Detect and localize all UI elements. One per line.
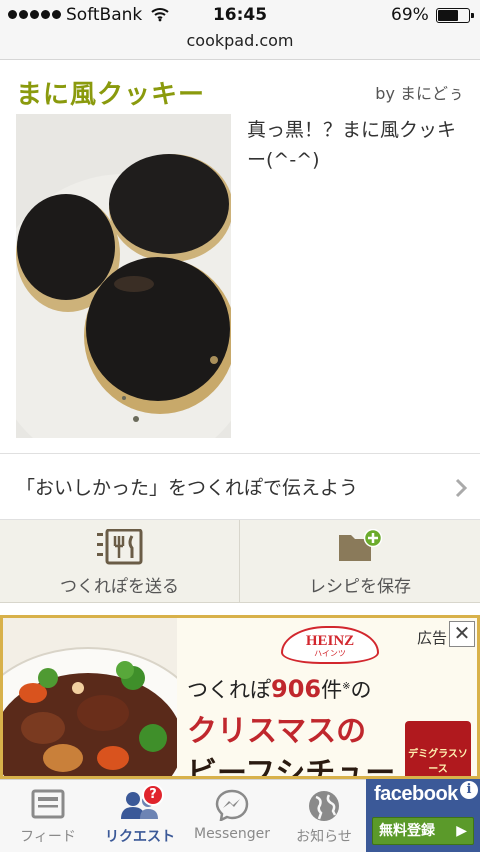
recipe-photo[interactable]: [16, 114, 231, 438]
signup-label: 無料登録: [379, 823, 435, 839]
tab-requests-label: リクエスト: [105, 829, 175, 845]
tab-requests[interactable]: ? リクエスト: [92, 780, 188, 852]
ad-banner[interactable]: HEINZ ハインツ 広告 ✕ つくれぽ906件※の クリスマスの ビーフシチュ…: [0, 615, 480, 779]
recipe-description: 真っ黒！？まに風クッキー(^-^): [247, 119, 457, 171]
brand-name: HEINZ: [305, 633, 355, 649]
heinz-logo: HEINZ ハインツ: [281, 626, 379, 664]
ad-headline-2: クリスマスの: [187, 714, 367, 749]
beef-stew-image: [3, 618, 177, 776]
save-recipe-label: レシピを保存: [309, 577, 411, 597]
recipe-author[interactable]: by まにどぅ: [375, 80, 464, 104]
tab-notifications[interactable]: お知らせ: [276, 780, 372, 852]
recipe-title: まに風クッキー: [16, 80, 206, 110]
ad-headline-3: ビーフシチュー: [187, 756, 396, 779]
ad-line1-tail: の: [350, 678, 372, 702]
ad-copy: HEINZ ハインツ 広告 ✕ つくれぽ906件※の クリスマスの ビーフシチュ…: [177, 618, 477, 776]
facebook-signup-button[interactable]: 無料登録 ▶: [372, 817, 474, 845]
tab-messenger[interactable]: Messenger: [184, 780, 280, 852]
chevron-right-icon: [455, 478, 468, 498]
status-bar: SoftBank 16:45 69%: [0, 0, 480, 30]
messenger-icon: [215, 789, 249, 821]
send-tsukurepo-label: つくれぽを送る: [60, 577, 179, 597]
battery-percentage: 69%: [391, 5, 429, 25]
url-text: cookpad.com: [186, 31, 294, 50]
ad-line1-suffix: 件: [321, 678, 343, 702]
tsukurepo-prompt-row[interactable]: 「おいしかった」をつくれぽで伝えよう: [0, 453, 480, 520]
ad-label: 広告: [416, 629, 447, 647]
save-recipe-button[interactable]: レシピを保存: [240, 520, 480, 603]
ad-info-icon[interactable]: i: [460, 781, 478, 799]
tab-notifications-label: お知らせ: [296, 829, 352, 845]
cookies-image: [16, 114, 231, 438]
tab-feed[interactable]: フィード: [0, 780, 96, 852]
ad-tsukurepo-count: 906: [271, 675, 322, 703]
ad-line1-prefix: つくれぽ: [187, 678, 271, 702]
battery-level: [438, 10, 458, 21]
fork-knife-icon: [96, 529, 142, 565]
battery-icon: [436, 8, 474, 23]
brand-subtitle: ハインツ: [314, 649, 346, 658]
facebook-ad[interactable]: facebook i 無料登録 ▶: [366, 779, 480, 852]
recipe-actions: つくれぽを送る レシピを保存: [0, 520, 480, 603]
tab-feed-label: フィード: [20, 829, 76, 845]
ad-note-mark: ※: [342, 681, 351, 692]
folder-add-icon: [339, 529, 383, 561]
close-ad-button[interactable]: ✕: [449, 621, 475, 647]
address-bar[interactable]: cookpad.com: [0, 30, 480, 60]
ad-headline-1: つくれぽ906件※の: [187, 674, 372, 704]
facebook-logo: facebook: [374, 783, 458, 805]
requests-badge: ?: [142, 784, 164, 806]
feed-icon: [31, 789, 65, 819]
sauce-can-image: デミグラスソース: [405, 721, 471, 776]
tab-messenger-label: Messenger: [193, 826, 271, 842]
send-tsukurepo-button[interactable]: つくれぽを送る: [0, 520, 240, 603]
tsukurepo-prompt-text: 「おいしかった」をつくれぽで伝えよう: [16, 477, 359, 499]
play-arrow-icon: ▶: [456, 823, 467, 839]
product-name: デミグラスソース: [408, 749, 468, 775]
globe-icon: [309, 791, 339, 821]
